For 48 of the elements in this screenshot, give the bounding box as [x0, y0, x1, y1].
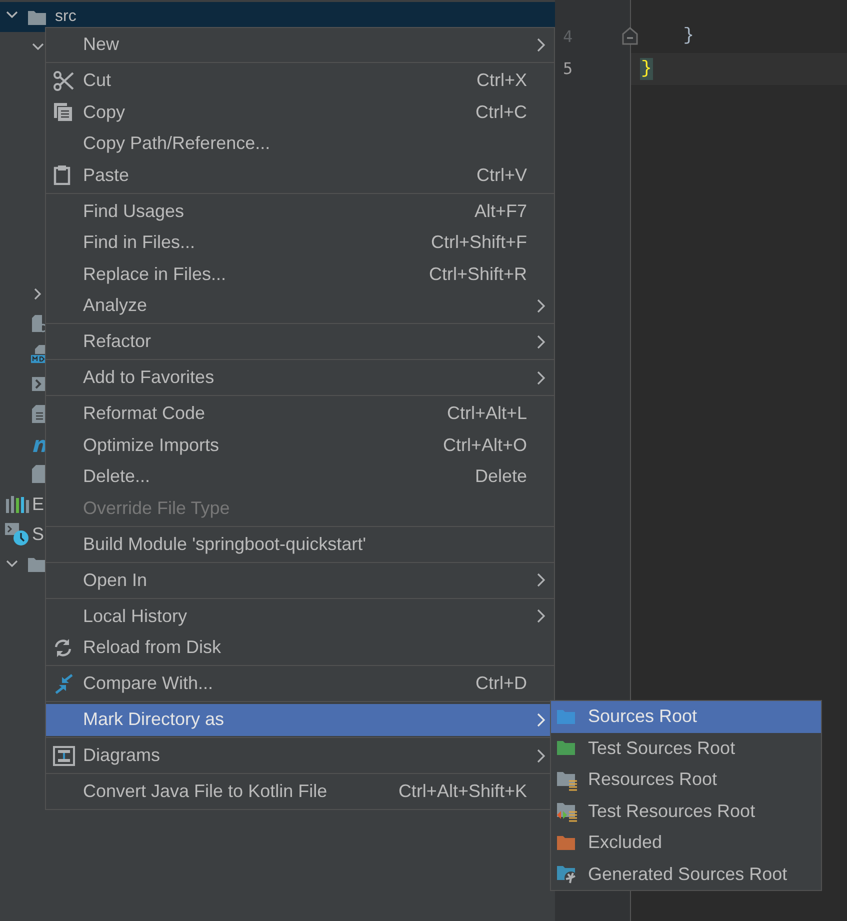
scratches-icon — [5, 522, 29, 546]
menu-item[interactable]: Optimize Imports Ctrl+Alt+O — [46, 430, 554, 461]
menu-item[interactable]: Open In — [46, 564, 554, 596]
tree-item-label[interactable]: src — [55, 8, 76, 26]
submenu-item[interactable]: Sources Root — [551, 701, 821, 732]
menu-item[interactable]: Paste Ctrl+V — [46, 160, 554, 191]
menu-item[interactable]: Compare With... Ctrl+D — [46, 668, 554, 700]
submenu-item[interactable]: Generated Sources Root — [551, 858, 821, 890]
code-text: } — [640, 58, 653, 80]
tree-item-label[interactable]: S — [32, 524, 44, 544]
menu-item[interactable]: Copy Path/Reference... — [46, 128, 554, 160]
menu-item[interactable]: Refactor — [46, 326, 554, 358]
submenu-item[interactable]: Excluded — [551, 827, 821, 858]
copy-icon — [53, 102, 73, 122]
submenu-item[interactable]: Test Resources Root — [551, 796, 821, 827]
line-number: 5 — [563, 59, 573, 78]
menu-item[interactable]: Build Module 'springboot-quickstart' — [46, 528, 554, 560]
fold-marker-icon[interactable] — [621, 26, 639, 46]
diagram-icon — [53, 746, 75, 766]
menu-item[interactable]: Convert Java File to Kotlin File Ctrl+Alt+Shift+K — [46, 776, 554, 808]
menu-item[interactable]: Add to Favorites — [46, 362, 554, 394]
menu-item[interactable]: Find Usages Alt+F7 — [46, 196, 554, 227]
code-text: } — [682, 26, 694, 46]
submenu-item[interactable]: Test Sources Root — [551, 732, 821, 764]
menu-item[interactable]: Reload from Disk — [46, 632, 554, 664]
submenu-item[interactable]: Resources Root — [551, 764, 821, 796]
file-icon — [31, 464, 47, 484]
compare-icon — [53, 674, 75, 694]
folder-icon — [27, 555, 47, 573]
folder-icon — [27, 8, 47, 26]
clipboard-icon — [53, 165, 71, 186]
generated-folder-icon — [556, 863, 578, 886]
menu-item[interactable]: Find in Files... Ctrl+Shift+F — [46, 227, 554, 258]
tree-item-label[interactable]: E — [32, 494, 44, 514]
test-resources-folder-icon — [556, 800, 578, 822]
reload-icon — [53, 638, 73, 658]
menu-item[interactable]: Replace in Files... Ctrl+Shift+R — [46, 258, 554, 290]
menu-item[interactable]: Delete... Delete — [46, 461, 554, 492]
menu-item[interactable]: Analyze — [46, 290, 554, 322]
libraries-icon — [5, 494, 29, 514]
menu-item[interactable]: Cut Ctrl+X — [46, 65, 554, 96]
menu-item[interactable]: Diagrams — [46, 740, 554, 772]
menu-item[interactable]: Copy Ctrl+C — [46, 96, 554, 128]
menu-item[interactable]: New — [46, 29, 554, 60]
menu-item[interactable]: Local History — [46, 600, 554, 632]
menu-item[interactable]: Reformat Code Ctrl+Alt+L — [46, 398, 554, 430]
scissors-icon — [53, 70, 75, 91]
settings-file-icon — [31, 314, 47, 334]
